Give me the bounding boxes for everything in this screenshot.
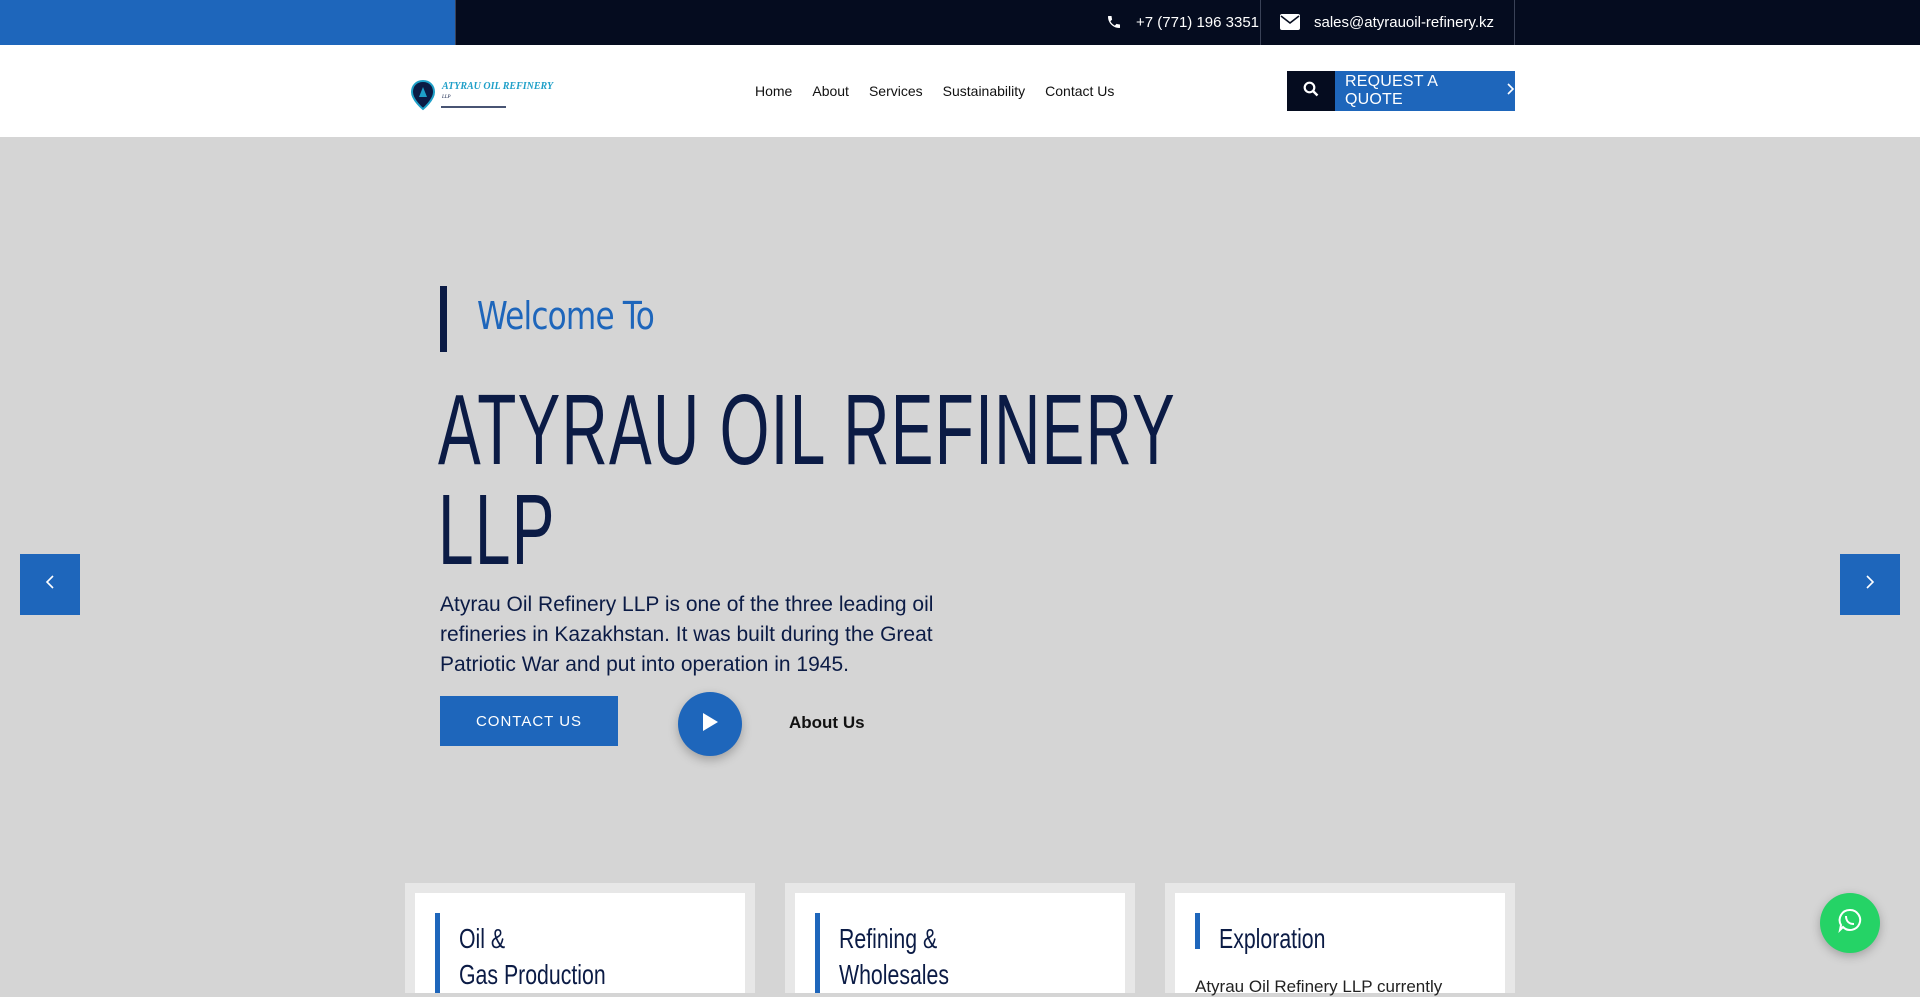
about-us-link[interactable]: About Us: [789, 713, 865, 733]
hero-description: Atyrau Oil Refinery LLP is one of the th…: [440, 593, 934, 676]
phone-icon: [1106, 14, 1124, 32]
nav-services[interactable]: Services: [869, 83, 923, 99]
service-card-inner: Exploration Atyrau Oil Refinery LLP curr…: [1175, 893, 1505, 996]
hero-title: ATYRAU OIL REFINERY LLP: [438, 374, 1176, 586]
hero-welcome: Welcome To: [477, 294, 655, 338]
phone-contact[interactable]: +7 (771) 196 3351: [1106, 0, 1259, 45]
welcome-accent-bar: [440, 286, 447, 352]
play-video-button[interactable]: [678, 692, 742, 756]
service-card-title: Refining & Wholesales: [839, 921, 949, 993]
card-accent-bar: [815, 913, 820, 993]
divider: [455, 0, 456, 45]
service-card-text: Atyrau Oil Refinery LLP currently: [1195, 977, 1443, 996]
slider-next-button[interactable]: [1840, 554, 1900, 615]
hero-title-line2: LLP: [438, 474, 556, 586]
logo-subtext: LLP: [442, 95, 451, 100]
search-button[interactable]: [1287, 71, 1335, 111]
whatsapp-chat-button[interactable]: [1820, 893, 1880, 953]
divider: [1514, 0, 1515, 45]
email-address: sales@atyrauoil-refinery.kz: [1314, 14, 1495, 31]
envelope-icon: [1280, 13, 1302, 32]
email-contact[interactable]: sales@atyrauoil-refinery.kz: [1280, 0, 1494, 45]
nav-sustainability[interactable]: Sustainability: [943, 83, 1026, 99]
nav-about[interactable]: About: [812, 83, 849, 99]
card-title-line1: Refining &: [839, 923, 938, 954]
request-quote-button[interactable]: REQUEST A QUOTE: [1335, 71, 1515, 111]
site-logo[interactable]: ATYRAU OIL REFINERY LLP: [410, 77, 561, 117]
chevron-right-icon: [1507, 82, 1515, 100]
service-card-title: Oil & Gas Production: [459, 921, 606, 993]
card-title-line1: Exploration: [1219, 923, 1326, 954]
hero-title-line1: ATYRAU OIL REFINERY: [438, 374, 1176, 486]
service-card[interactable]: Oil & Gas Production: [405, 883, 755, 993]
contact-us-button[interactable]: CONTACT US: [440, 696, 618, 746]
card-accent-bar: [435, 913, 440, 993]
card-title-line1: Oil &: [459, 923, 506, 954]
top-bar-accent: [0, 0, 455, 45]
nav-contact-us[interactable]: Contact Us: [1045, 83, 1114, 99]
chevron-right-icon: [1865, 574, 1875, 595]
top-bar: +7 (771) 196 3351 sales@atyrauoil-refine…: [0, 0, 1920, 45]
nav-home[interactable]: Home: [755, 83, 792, 99]
service-card[interactable]: Exploration Atyrau Oil Refinery LLP curr…: [1165, 883, 1515, 996]
play-icon: [700, 711, 720, 738]
slider-prev-button[interactable]: [20, 554, 80, 615]
request-quote-label: REQUEST A QUOTE: [1345, 73, 1438, 108]
card-title-line2: Wholesales: [839, 959, 949, 990]
search-icon: [1303, 81, 1319, 102]
service-card-title: Exploration: [1219, 921, 1325, 957]
divider: [1260, 0, 1261, 45]
service-card-inner: Refining & Wholesales: [795, 893, 1125, 993]
logo-text: ATYRAU OIL REFINERY: [442, 81, 554, 92]
chevron-left-icon: [45, 574, 55, 595]
phone-number: +7 (771) 196 3351: [1136, 14, 1260, 31]
main-nav: Home About Services Sustainability Conta…: [755, 45, 1134, 137]
whatsapp-icon: [1837, 907, 1863, 939]
service-card-inner: Oil & Gas Production: [415, 893, 745, 993]
card-accent-bar: [1195, 913, 1200, 949]
card-title-line2: Gas Production: [459, 959, 606, 990]
service-card[interactable]: Refining & Wholesales: [785, 883, 1135, 993]
